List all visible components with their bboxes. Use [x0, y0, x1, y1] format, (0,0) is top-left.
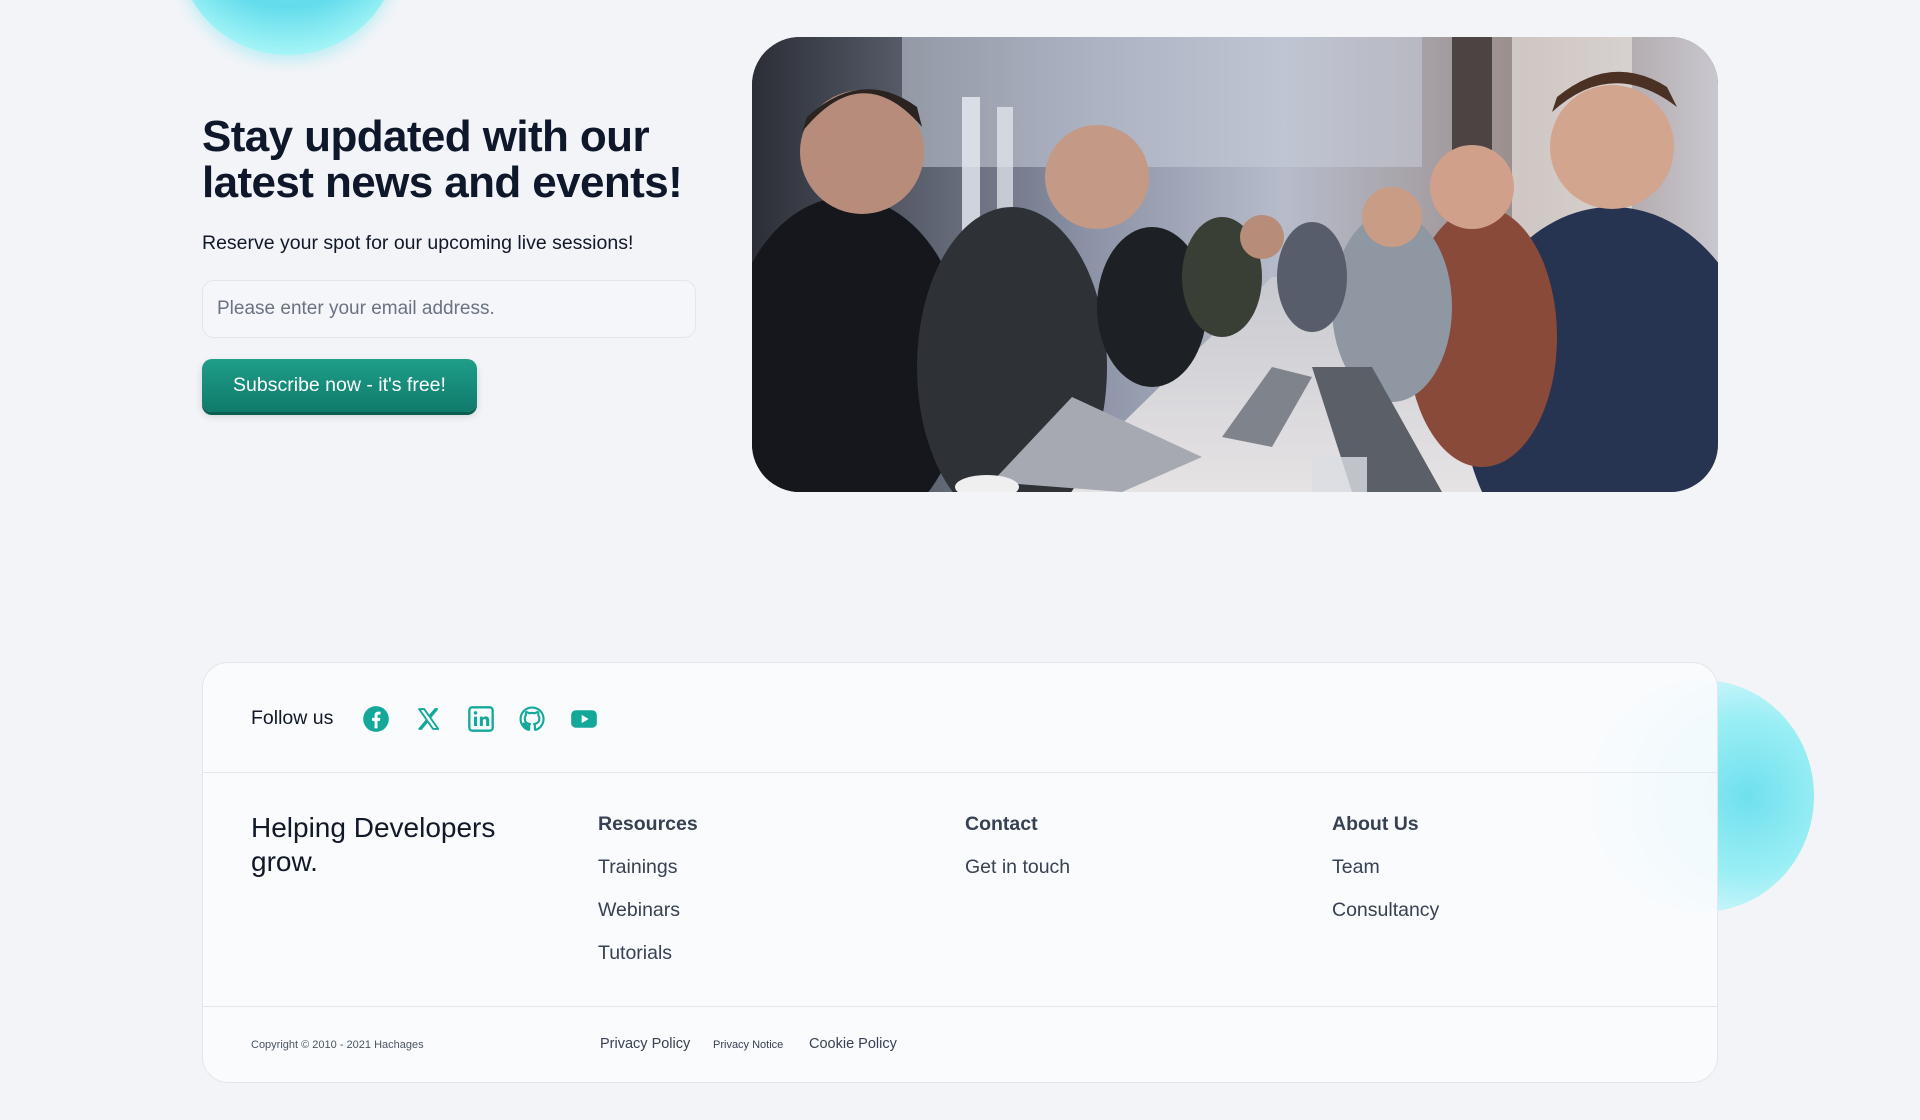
facebook-icon[interactable]: [362, 705, 390, 733]
footer-column-heading: About Us: [1332, 813, 1419, 835]
footer-tagline: Helping Developers grow.: [251, 812, 496, 877]
newsletter-heading: Stay updated with our latest news and ev…: [202, 112, 683, 207]
privacy-notice-link[interactable]: Privacy Notice: [713, 1039, 783, 1051]
privacy-policy-link[interactable]: Privacy Policy: [600, 1036, 690, 1052]
team-photo: [752, 37, 1718, 492]
footer-column-contact: Contact Get in touch: [965, 813, 1070, 899]
cookie-policy-link[interactable]: Cookie Policy: [809, 1036, 897, 1052]
newsletter-subtitle: Reserve your spot for our upcoming live …: [202, 232, 634, 254]
follow-us-label: Follow us: [251, 707, 334, 729]
decorative-bubble-top: [178, 0, 398, 55]
linkedin-icon[interactable]: [467, 705, 495, 733]
footer-link-tutorials[interactable]: Tutorials: [598, 942, 698, 965]
footer-column-heading: Contact: [965, 813, 1038, 835]
footer-link-trainings[interactable]: Trainings: [598, 856, 698, 879]
github-icon[interactable]: [518, 705, 546, 733]
follow-us-row: Follow us: [203, 663, 1717, 773]
youtube-icon[interactable]: [570, 705, 598, 733]
copyright-text: Copyright © 2010 - 2021 Hachages: [251, 1039, 424, 1051]
email-input[interactable]: [202, 280, 696, 338]
footer-link-consultancy[interactable]: Consultancy: [1332, 899, 1439, 922]
x-icon[interactable]: [415, 705, 443, 733]
page: Stay updated with our latest news and ev…: [0, 0, 1920, 1120]
footer: Follow us Helping Developers grow. Resou…: [202, 662, 1718, 1083]
footer-legal-row: Copyright © 2010 - 2021 Hachages Privacy…: [203, 1006, 1717, 1084]
footer-column-about-us: About Us Team Consultancy: [1332, 813, 1439, 942]
footer-link-get-in-touch[interactable]: Get in touch: [965, 856, 1070, 879]
footer-link-webinars[interactable]: Webinars: [598, 899, 698, 922]
footer-column-heading: Resources: [598, 813, 698, 835]
team-photo-illustration: [752, 37, 1718, 492]
subscribe-button[interactable]: Subscribe now - it's free!: [202, 359, 477, 412]
footer-link-team[interactable]: Team: [1332, 856, 1439, 879]
footer-column-resources: Resources Trainings Webinars Tutorials: [598, 813, 698, 985]
